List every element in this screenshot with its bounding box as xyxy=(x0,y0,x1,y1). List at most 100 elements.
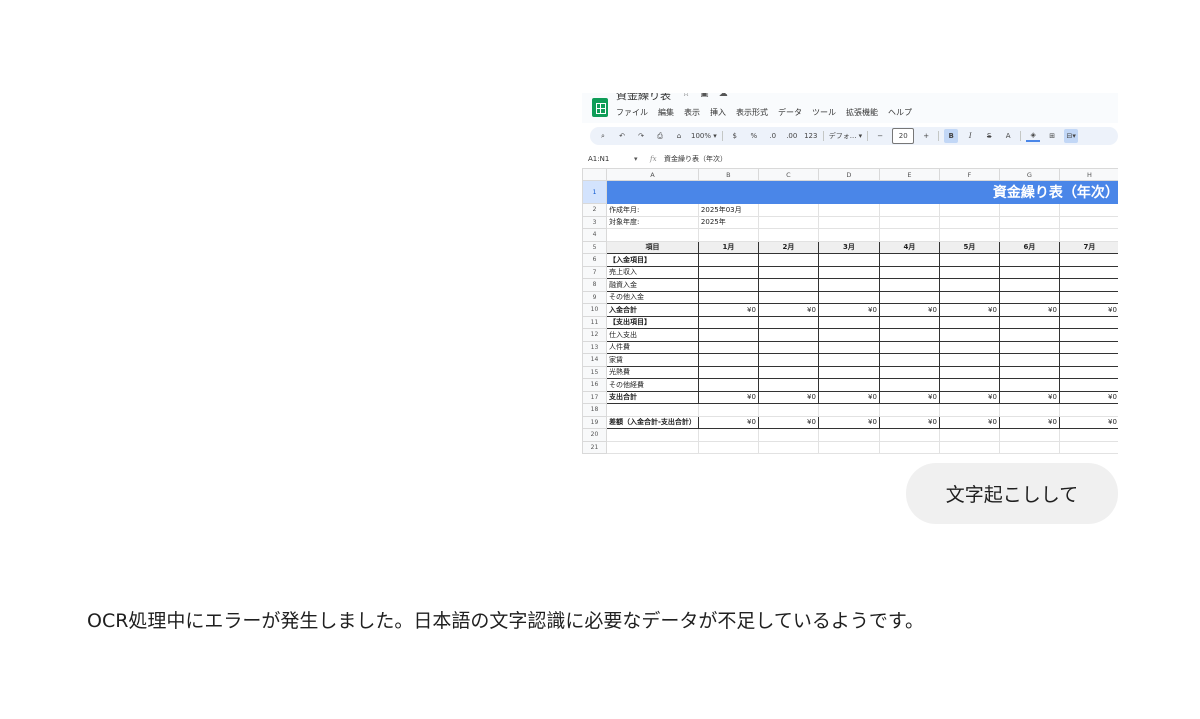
cell xyxy=(1058,440,1118,454)
sheet-row: 2 作成年月: 2025年03月 xyxy=(582,203,1118,217)
sheet-table: ABCDEFGH 1 資金繰り表（年次） 2 作成年月: 2025年03月 3 対象年度: 2… xyxy=(582,168,1118,454)
sheet-row: 6 【入金項目】 xyxy=(582,253,1118,267)
sheet-row: 9 その他入金 xyxy=(582,290,1118,304)
sheet-row: 1 資金繰り表（年次） xyxy=(582,180,1118,204)
font-size-increase: + xyxy=(923,132,930,140)
cell xyxy=(697,228,759,242)
cell xyxy=(757,353,819,367)
cell xyxy=(998,203,1060,217)
cell xyxy=(817,328,880,342)
cell xyxy=(697,440,759,454)
item-label: 仕入支出 xyxy=(606,328,699,342)
menu-item: 編集 xyxy=(658,108,674,117)
header-cell: 1月 xyxy=(697,240,759,254)
cell xyxy=(938,215,1000,229)
sheet-row: 7 売上収入 xyxy=(582,265,1118,279)
cell xyxy=(817,290,880,304)
name-box-caret-icon: ▾ xyxy=(634,155,638,163)
column-header: G xyxy=(998,168,1060,181)
item-label: 家賃 xyxy=(606,353,699,367)
cell xyxy=(817,365,880,379)
cell xyxy=(817,440,880,454)
header-cell: 6月 xyxy=(998,240,1060,254)
cell xyxy=(938,315,1000,329)
sheet-row: 4 xyxy=(582,228,1118,242)
cell xyxy=(817,315,880,329)
cell xyxy=(757,403,819,417)
total-value-cell: ¥0 xyxy=(697,303,759,317)
print-icon: ⎙ xyxy=(657,131,663,140)
cell xyxy=(697,340,759,354)
cell xyxy=(697,428,759,442)
zoom-select: 100% ▾ xyxy=(691,132,717,140)
row-number: 4 xyxy=(582,228,607,242)
header-cell: 7月 xyxy=(1058,240,1118,254)
search-icon: ⌕ xyxy=(601,131,605,140)
undo-icon: ↶ xyxy=(619,132,625,140)
total-value-cell: ¥0 xyxy=(938,303,1000,317)
total-value-cell: ¥0 xyxy=(697,390,759,404)
sheet-row: 3 対象年度: 2025年 xyxy=(582,215,1118,229)
cell xyxy=(878,403,940,417)
cell xyxy=(1058,328,1118,342)
cell xyxy=(1058,340,1118,354)
cell xyxy=(878,365,940,379)
total-value-cell: ¥0 xyxy=(1058,415,1118,429)
cell xyxy=(606,440,699,454)
cell xyxy=(1058,315,1118,329)
item-label: 人件費 xyxy=(606,340,699,354)
row-number: 3 xyxy=(582,215,607,229)
row-number: 7 xyxy=(582,265,607,279)
item-label: 光熱費 xyxy=(606,365,699,379)
meta-value: 2025年 xyxy=(697,215,759,229)
cell xyxy=(697,378,759,392)
cell xyxy=(938,253,1000,267)
cell xyxy=(998,315,1060,329)
cell xyxy=(1058,253,1118,267)
total-value-cell: ¥0 xyxy=(998,390,1060,404)
sheet-row: 20 xyxy=(582,428,1118,442)
font-value: デフォ... xyxy=(828,132,857,140)
star-icon: ☆ xyxy=(682,93,701,99)
cell xyxy=(998,353,1060,367)
header-cell: 4月 xyxy=(878,240,940,254)
row-number: 8 xyxy=(582,278,607,292)
cell xyxy=(757,328,819,342)
cell xyxy=(1058,428,1118,442)
fx-icon: fx xyxy=(650,155,657,163)
row-number: 6 xyxy=(582,253,607,267)
cell xyxy=(878,428,940,442)
meta-value: 2025年03月 xyxy=(697,203,759,217)
item-label: 融資入金 xyxy=(606,278,699,292)
cell xyxy=(606,228,699,242)
sheet-row: 12 仕入支出 xyxy=(582,328,1118,342)
total-value-cell: ¥0 xyxy=(757,415,819,429)
sheet-row: 10 入金合計 ¥0 ¥0 ¥0 ¥0 ¥0 ¥0 ¥0 xyxy=(582,303,1118,317)
formula-bar: A1:N1 ▾ fx 資金繰り表（年次） xyxy=(582,150,1118,168)
cell xyxy=(757,365,819,379)
cell xyxy=(998,265,1060,279)
cell xyxy=(878,290,940,304)
sheet-row: 16 その他経費 xyxy=(582,378,1118,392)
column-header: E xyxy=(878,168,940,181)
cell xyxy=(757,215,819,229)
item-label: 差額（入金合計-支出合計） xyxy=(606,415,699,429)
menu-item: ファイル xyxy=(616,108,648,117)
cell xyxy=(878,228,940,242)
cell xyxy=(757,428,819,442)
cell xyxy=(606,428,699,442)
item-label: その他入金 xyxy=(606,290,699,304)
menu-item: ヘルプ xyxy=(888,108,912,117)
cell xyxy=(1058,265,1118,279)
cell xyxy=(998,253,1060,267)
menu-item: データ xyxy=(778,108,802,117)
row-number: 13 xyxy=(582,340,607,354)
cell xyxy=(878,378,940,392)
column-header: D xyxy=(817,168,880,181)
cell xyxy=(757,265,819,279)
sheet-row: 8 融資入金 xyxy=(582,278,1118,292)
cell xyxy=(1058,228,1118,242)
cell xyxy=(817,353,880,367)
item-label: 【支出項目】 xyxy=(606,315,699,329)
total-value-cell: ¥0 xyxy=(817,415,880,429)
